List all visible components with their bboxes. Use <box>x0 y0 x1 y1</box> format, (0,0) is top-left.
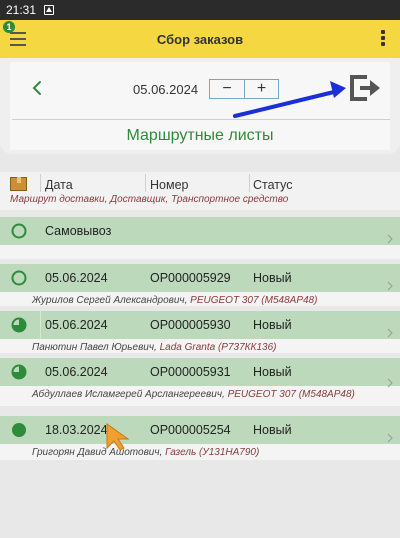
chevron-right-icon <box>387 281 393 291</box>
status-bar: 21:31 <box>0 0 400 20</box>
column-number: Номер <box>150 178 189 192</box>
row-status: Новый <box>253 318 292 332</box>
app-title: Сбор заказов <box>156 32 244 47</box>
status-time: 21:31 <box>6 3 37 17</box>
package-icon <box>10 177 27 191</box>
row-details: Григорян Давид Ашотович, Газель (У131НА7… <box>32 447 260 458</box>
table-row[interactable]: 05.06.2024 ОР000005929 Новый Журилов Сер… <box>0 264 400 306</box>
table-row[interactable]: 18.03.2024 ОР000005254 Новый Григорян Да… <box>0 416 400 460</box>
row-date: 05.06.2024 <box>45 318 108 332</box>
column-subheader: Маршрут доставки, Доставщик, Транспортно… <box>10 194 289 205</box>
row-date: 05.06.2024 <box>45 271 108 285</box>
date-stepper: − + <box>209 79 279 99</box>
row-status: Новый <box>253 271 292 285</box>
exit-button[interactable] <box>349 74 383 102</box>
row-number: ОР000005931 <box>150 365 231 379</box>
date-increment-button[interactable]: + <box>243 80 278 98</box>
row-number: ОР000005254 <box>150 423 231 437</box>
chevron-right-icon <box>387 433 393 443</box>
selected-date: 05.06.2024 <box>133 82 199 97</box>
column-status: Статус <box>253 178 293 192</box>
table-row[interactable]: Самовывоз <box>0 217 400 259</box>
row-details: Панютин Павел Юрьевич, Lada Granta (Р737… <box>32 342 277 353</box>
row-date: 18.03.2024 <box>45 423 108 437</box>
table-row[interactable]: 05.06.2024 ОР000005930 Новый Панютин Пав… <box>0 311 400 353</box>
row-details: Абдуллаев Исламгерей Арслангереевич, PEU… <box>32 389 355 400</box>
row-route: Самовывоз <box>45 224 112 238</box>
section-title: Маршрутные листы <box>126 127 274 144</box>
chevron-right-icon <box>387 328 393 338</box>
more-options-button[interactable] <box>380 30 386 50</box>
row-number: ОР000005930 <box>150 318 231 332</box>
table-row[interactable]: 05.06.2024 ОР000005931 Новый Абдуллаев И… <box>0 358 400 406</box>
chevron-right-icon <box>387 234 393 244</box>
status-full-circle-icon <box>12 423 26 437</box>
chevron-right-icon <box>387 378 393 388</box>
status-partial-circle-icon <box>11 364 27 380</box>
app-bar: 1 Сбор заказов <box>0 20 400 60</box>
row-status: Новый <box>253 423 292 437</box>
divider <box>12 119 390 120</box>
column-date: Дата <box>45 178 73 192</box>
row-status: Новый <box>253 365 292 379</box>
mouse-cursor-icon <box>106 423 130 451</box>
row-date: 05.06.2024 <box>45 365 108 379</box>
status-empty-circle-icon <box>11 270 27 286</box>
back-button[interactable] <box>28 78 48 98</box>
row-number: ОР000005929 <box>150 271 231 285</box>
row-details: Журилов Сергей Александрович, PEUGEOT 30… <box>32 295 318 306</box>
table-header: Дата Номер Статус Маршрут доставки, Дост… <box>0 172 400 210</box>
status-partial-circle-icon <box>11 317 27 333</box>
date-decrement-button[interactable]: − <box>210 80 244 98</box>
status-empty-circle-icon <box>11 223 27 239</box>
notification-icon <box>44 5 55 15</box>
